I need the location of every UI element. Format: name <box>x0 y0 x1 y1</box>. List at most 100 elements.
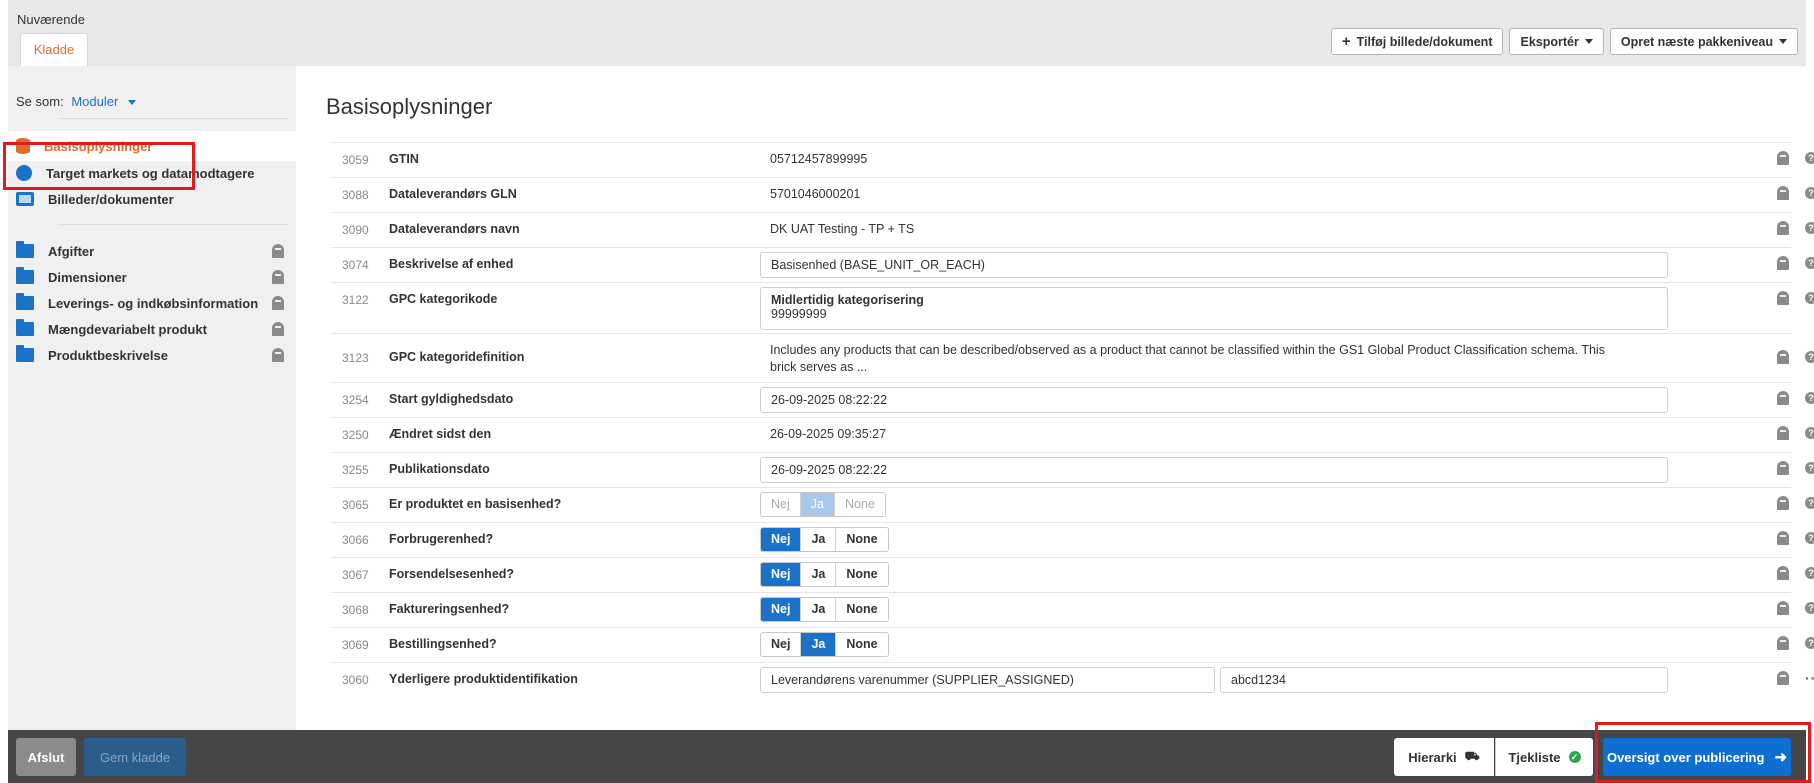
folder-icon <box>16 345 34 362</box>
highlight-box <box>1595 722 1811 783</box>
ghost-icon <box>1777 151 1789 165</box>
hierarchy-button[interactable]: Hierarki ⛟ <box>1394 738 1494 776</box>
more-icon[interactable]: ··· <box>1805 671 1814 685</box>
bottom-bar: Afslut Gem kladde Hierarki ⛟ Tjekliste ✓… <box>8 730 1806 783</box>
exit-button[interactable]: Afslut <box>16 738 76 776</box>
toggle-none[interactable]: None <box>836 633 888 656</box>
plus-icon: + <box>1341 33 1351 50</box>
field-row-order-unit: 3069 Bestillingsenhed? Nej Ja None ? <box>331 627 1814 662</box>
help-icon[interactable]: ? <box>1805 392 1814 404</box>
help-icon[interactable]: ? <box>1805 292 1814 304</box>
ghost-icon <box>1777 496 1789 510</box>
ghost-icon <box>1777 566 1789 580</box>
toggle-nej[interactable]: Nej <box>761 563 802 586</box>
header-actions: + Tilføj billede/dokument Eksportér Opre… <box>1330 28 1798 55</box>
sitemap-icon: ⛟ <box>1464 749 1480 763</box>
help-icon[interactable]: ? <box>1805 222 1814 234</box>
ghost-icon <box>272 348 284 362</box>
field-row-unit-description: 3074 Beskrivelse af enhed Basisenhed (BA… <box>331 247 1814 282</box>
add-media-button[interactable]: + Tilføj billede/dokument <box>1330 28 1504 55</box>
toggle-ja[interactable]: Ja <box>801 598 837 621</box>
sidebar-item-produktbeskrivelse[interactable]: Produktbeskrivelse <box>8 340 296 370</box>
toggle-nej[interactable]: Nej <box>761 598 802 621</box>
start-date-input[interactable]: 26-09-2025 08:22:22 <box>760 387 1668 413</box>
dispatch-unit-toggle: Nej Ja None <box>760 562 889 587</box>
ghost-icon <box>1777 461 1789 475</box>
top-bar: Nuværende Kladde + Tilføj billede/dokume… <box>8 0 1806 66</box>
ghost-icon <box>1777 256 1789 270</box>
publication-date-input[interactable]: 26-09-2025 08:22:22 <box>760 457 1668 483</box>
help-icon[interactable]: ? <box>1805 257 1814 269</box>
help-icon[interactable]: ? <box>1805 351 1814 363</box>
field-value: 05712457899995 <box>770 152 868 166</box>
help-icon[interactable]: ? <box>1805 427 1814 439</box>
field-value: DK UAT Testing - TP + TS <box>770 222 915 236</box>
invoice-unit-toggle: Nej Ja None <box>760 597 889 622</box>
field-row-gln: 3088 Dataleverandørs GLN 5701046000201 ? <box>331 177 1814 212</box>
unit-description-select[interactable]: Basisenhed (BASE_UNIT_OR_EACH) <box>760 252 1668 278</box>
ghost-icon <box>272 296 284 310</box>
ghost-icon <box>1777 671 1789 685</box>
id-type-select[interactable]: Leverandørens varenummer (SUPPLIER_ASSIG… <box>760 667 1215 693</box>
order-unit-toggle: Nej Ja None <box>760 632 889 657</box>
ghost-icon <box>1777 221 1789 235</box>
ghost-icon <box>1777 601 1789 615</box>
toggle-none[interactable]: None <box>836 528 888 551</box>
tab-draft[interactable]: Kladde <box>20 33 88 66</box>
ghost-icon <box>1777 531 1789 545</box>
current-version-label: Nuværende <box>17 12 85 27</box>
save-draft-button[interactable]: Gem kladde <box>84 738 186 776</box>
field-row-base-unit: 3065 Er produktet en basisenhed? Nej Ja No… <box>331 487 1814 522</box>
field-row-invoice-unit: 3068 Faktureringsenhed? Nej Ja None ? <box>331 592 1814 627</box>
field-row-gpc-definition: 3123 GPC kategoridefinition Includes any… <box>331 333 1814 382</box>
toggle-nej[interactable]: Nej <box>761 528 802 551</box>
image-icon <box>16 192 34 206</box>
folder-icon <box>16 241 34 258</box>
highlight-box <box>3 142 195 190</box>
toggle-none[interactable]: None <box>836 563 888 586</box>
id-value-input[interactable]: abcd1234 <box>1220 667 1668 693</box>
help-icon[interactable]: ? <box>1805 602 1814 614</box>
divider <box>58 118 288 119</box>
folder-icon <box>16 267 34 284</box>
toggle-nej[interactable]: Nej <box>761 633 802 656</box>
ghost-icon <box>1777 636 1789 650</box>
help-icon[interactable]: ? <box>1805 462 1814 474</box>
field-row-additional-id: 3060 Yderligere produktidentifikation Le… <box>331 662 1814 697</box>
help-icon[interactable]: ? <box>1805 637 1814 649</box>
create-next-level-button[interactable]: Opret næste pakkeniveau <box>1609 28 1798 55</box>
base-unit-toggle: Nej Ja None <box>760 492 886 517</box>
view-as-selector[interactable]: Se som: Moduler <box>16 94 136 109</box>
field-row-publication-date: 3255 Publikationsdato 26-09-2025 08:22:2… <box>331 452 1814 487</box>
ghost-icon <box>1777 391 1789 405</box>
checklist-button[interactable]: Tjekliste ✓ <box>1495 738 1593 776</box>
ghost-icon <box>1777 426 1789 440</box>
field-row-consumer-unit: 3066 Forbrugerenhed? Nej Ja None ? <box>331 522 1814 557</box>
field-value: 5701046000201 <box>770 187 861 201</box>
help-icon[interactable]: ? <box>1805 187 1814 199</box>
help-icon[interactable]: ? <box>1805 152 1814 164</box>
help-icon[interactable]: ? <box>1805 497 1814 509</box>
toggle-none[interactable]: None <box>836 598 888 621</box>
field-row-gpc-code: 3122 GPC kategorikode Midlertidig katego… <box>331 282 1814 333</box>
toggle-ja[interactable]: Ja <box>801 633 837 656</box>
help-icon[interactable]: ? <box>1805 567 1814 579</box>
toggle-ja[interactable]: Ja <box>801 563 837 586</box>
check-circle-icon: ✓ <box>1568 751 1581 763</box>
main-content: Basisoplysninger 3059 GTIN 0571245789999… <box>296 66 1814 730</box>
folder-icon <box>16 293 34 310</box>
ghost-icon <box>272 322 284 336</box>
ghost-icon <box>1777 186 1789 200</box>
help-icon[interactable]: ? <box>1805 532 1814 544</box>
field-row-start-date: 3254 Start gyldighedsdato 26-09-2025 08:… <box>331 382 1814 417</box>
caret-down-icon <box>127 100 136 106</box>
toggle-ja[interactable]: Ja <box>801 528 837 551</box>
field-row-dispatch-unit: 3067 Forsendelsesenhed? Nej Ja None ? <box>331 557 1814 592</box>
folder-icon <box>16 319 34 336</box>
view-as-value[interactable]: Moduler <box>71 94 118 109</box>
export-button[interactable]: Eksportér <box>1509 28 1604 55</box>
page-title: Basisoplysninger <box>326 94 493 119</box>
ghost-icon <box>1777 350 1789 364</box>
gpc-code-field[interactable]: Midlertidig kategorisering 99999999 <box>760 287 1668 330</box>
field-row-gtin: 3059 GTIN 05712457899995 ? <box>331 142 1814 177</box>
